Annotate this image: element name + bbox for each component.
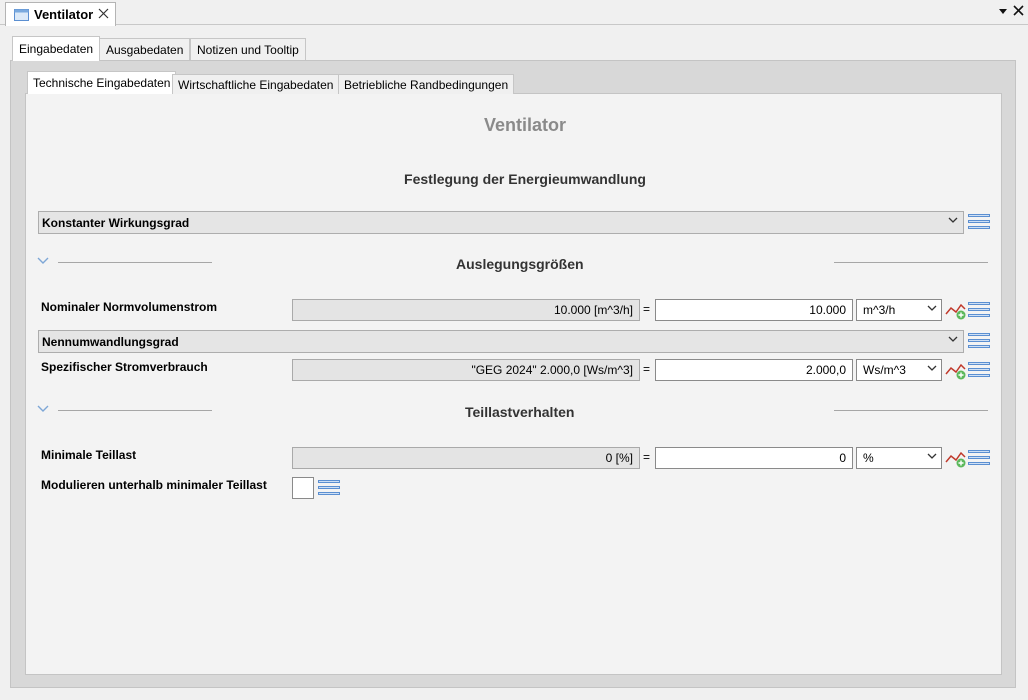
equals-sign: = <box>643 362 651 376</box>
tab-notizen-und-tooltip[interactable]: Notizen und Tooltip <box>190 38 306 61</box>
chevron-down-icon <box>927 303 937 316</box>
chevron-down-icon <box>927 363 937 376</box>
equals-sign: = <box>643 302 651 316</box>
list-options-icon[interactable] <box>968 333 990 350</box>
efficiency-type-select[interactable]: Nennumwandlungsgrad <box>38 330 964 353</box>
section-divider <box>58 262 212 263</box>
list-options-icon[interactable] <box>968 362 990 379</box>
add-chart-icon[interactable] <box>945 360 967 380</box>
conversion-mode-value: Konstanter Wirkungsgrad <box>42 215 190 230</box>
min-part-load-unit-select[interactable]: % <box>856 447 942 469</box>
section-divider <box>834 410 988 411</box>
view-menu-chevron-down-icon[interactable] <box>998 5 1008 19</box>
chevron-down-icon <box>927 451 937 464</box>
window-tab-strip <box>0 0 1028 25</box>
section-title-part-load: Teillastverhalten <box>465 404 575 420</box>
tab-ausgabedaten[interactable]: Ausgabedaten <box>99 38 191 61</box>
modulate-below-checkbox[interactable] <box>292 477 314 499</box>
collapse-chevron-icon[interactable] <box>37 404 49 416</box>
page-title: Ventilator <box>483 115 567 135</box>
tab-close-icon[interactable] <box>98 7 109 21</box>
specific-power-unit-select[interactable]: Ws/m^3 <box>856 359 942 381</box>
nominal-flow-unit-select[interactable]: m^3/h <box>856 299 942 321</box>
section-divider <box>58 410 212 411</box>
list-options-icon[interactable] <box>968 302 990 319</box>
nominal-flow-label: Nominaler Normvolumenstrom <box>41 300 218 314</box>
efficiency-type-value: Nennumwandlungsgrad <box>42 334 179 349</box>
chevron-down-icon <box>948 215 958 228</box>
section-subtitle: Festlegung der Energieumwandlung <box>404 171 646 187</box>
section-divider <box>834 262 988 263</box>
add-chart-icon[interactable] <box>945 300 967 320</box>
specific-power-label: Spezifischer Stromverbrauch <box>41 360 208 374</box>
tab-wirtschaftliche-eingabedaten[interactable]: Wirtschaftliche Eingabedaten <box>172 74 340 94</box>
min-part-load-formula[interactable]: 0 [%] <box>292 447 640 469</box>
tab-technische-eingabedaten[interactable]: Technische Eingabedaten <box>27 71 177 94</box>
window-tab-ventilator[interactable]: Ventilator <box>5 2 116 26</box>
window-icon <box>14 8 29 21</box>
specific-power-input[interactable]: 2.000,0 <box>655 359 853 381</box>
tab-eingabedaten[interactable]: Eingabedaten <box>12 36 101 61</box>
list-options-icon[interactable] <box>968 214 990 231</box>
specific-power-formula[interactable]: "GEG 2024" 2.000,0 [Ws/m^3] <box>292 359 640 381</box>
nominal-flow-input[interactable]: 10.000 <box>655 299 853 321</box>
section-title-design: Auslegungsgrößen <box>456 256 584 272</box>
tab-betriebliche-randbedingungen[interactable]: Betriebliche Randbedingungen <box>338 74 515 94</box>
collapse-chevron-icon[interactable] <box>37 256 49 268</box>
min-part-load-input[interactable]: 0 <box>655 447 853 469</box>
min-part-load-label: Minimale Teillast <box>41 448 137 462</box>
list-options-icon[interactable] <box>318 480 340 497</box>
nominal-flow-formula[interactable]: 10.000 [m^3/h] <box>292 299 640 321</box>
window-tab-title: Ventilator <box>34 7 94 22</box>
specific-power-unit: Ws/m^3 <box>863 363 906 377</box>
add-chart-icon[interactable] <box>945 448 967 468</box>
chevron-down-icon <box>948 334 958 347</box>
nominal-flow-unit: m^3/h <box>863 303 896 317</box>
equals-sign: = <box>643 450 651 464</box>
view-close-icon[interactable] <box>1013 5 1024 19</box>
list-options-icon[interactable] <box>968 450 990 467</box>
modulate-below-label: Modulieren unterhalb minimaler Teillast <box>41 478 267 492</box>
conversion-mode-select[interactable]: Konstanter Wirkungsgrad <box>38 211 964 234</box>
min-part-load-unit: % <box>863 451 874 465</box>
